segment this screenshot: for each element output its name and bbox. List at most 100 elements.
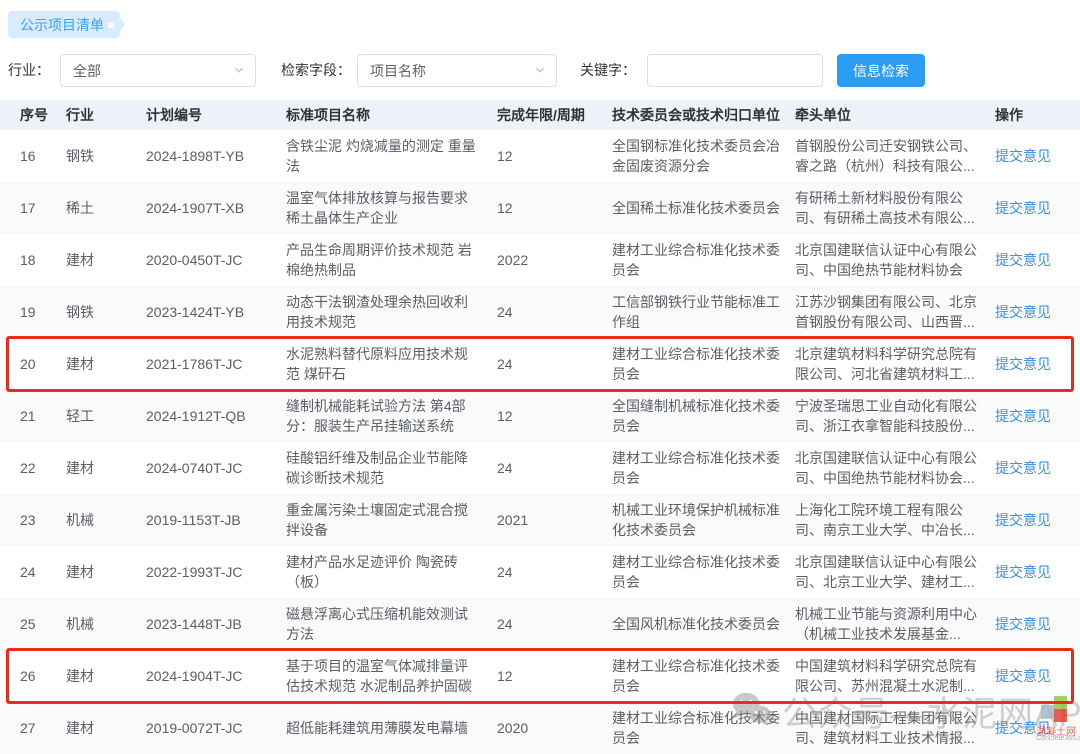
cell-project-name: 硅酸铝纤维及制品企业节能降碳诊断技术规范: [286, 448, 497, 488]
cell-no: 18: [0, 250, 66, 270]
submit-opinion-link[interactable]: 提交意见: [995, 408, 1051, 424]
cell-no: 23: [0, 510, 66, 530]
table-row: 27 建材 2019-0072T-JC 超低能耗建筑用薄膜发电幕墙 2020 建…: [0, 702, 1080, 754]
cell-no: 20: [0, 354, 66, 374]
cell-project-name: 含铁尘泥 灼烧减量的测定 重量法: [286, 136, 497, 176]
search-field-select[interactable]: 项目名称: [357, 54, 557, 87]
cell-no: 26: [0, 666, 66, 686]
cell-industry: 钢铁: [66, 146, 146, 166]
cell-committee: 工信部钢铁行业节能标准工作组: [612, 292, 795, 332]
table-row: 23 机械 2019-1153T-JB 重金属污染土壤固定式混合搅拌设备 202…: [0, 494, 1080, 546]
industry-select[interactable]: 全部: [60, 54, 256, 87]
submit-opinion-link[interactable]: 提交意见: [995, 356, 1051, 372]
submit-opinion-link[interactable]: 提交意见: [995, 252, 1051, 268]
cell-industry: 建材: [66, 666, 146, 686]
cell-industry: 建材: [66, 354, 146, 374]
cell-no: 24: [0, 562, 66, 582]
table-row: 19 钢铁 2023-1424T-YB 动态干法钢渣处理余热回收利用技术规范 2…: [0, 286, 1080, 338]
table-row: 17 稀土 2024-1907T-XB 温室气体排放核算与报告要求 稀土晶体生产…: [0, 182, 1080, 234]
cell-period: 24: [497, 562, 612, 582]
submit-opinion-link[interactable]: 提交意见: [995, 720, 1051, 736]
filter-bar: 行业： 全部 检索字段： 项目名称 关键字： 信息检索: [0, 54, 1080, 87]
table-row: 21 轻工 2024-1912T-QB 缝制机械能耗试验方法 第4部分：服装生产…: [0, 390, 1080, 442]
public-project-list-page: 公示项目清单 行业： 全部 检索字段： 项目名称 关键字： 信息检索 序号 行业…: [0, 0, 1080, 754]
cell-plan-no: 2024-1907T-XB: [146, 198, 286, 218]
cell-no: 16: [0, 146, 66, 166]
table-header-row: 序号 行业 计划编号 标准项目名称 完成年限/周期 技术委员会或技术归口单位 牵…: [0, 100, 1080, 130]
submit-opinion-link[interactable]: 提交意见: [995, 564, 1051, 580]
header-industry: 行业: [66, 105, 146, 125]
cell-industry: 钢铁: [66, 302, 146, 322]
cell-plan-no: 2021-1786T-JC: [146, 354, 286, 374]
project-table: 序号 行业 计划编号 标准项目名称 完成年限/周期 技术委员会或技术归口单位 牵…: [0, 100, 1080, 754]
cell-industry: 建材: [66, 458, 146, 478]
industry-label: 行业：: [8, 54, 50, 87]
chevron-down-icon: [534, 63, 546, 79]
cell-no: 22: [0, 458, 66, 478]
search-button[interactable]: 信息检索: [837, 54, 925, 87]
cell-plan-no: 2024-1912T-QB: [146, 406, 286, 426]
cell-period: 2022: [497, 250, 612, 270]
submit-opinion-link[interactable]: 提交意见: [995, 200, 1051, 216]
table-body: 16 钢铁 2024-1898T-YB 含铁尘泥 灼烧减量的测定 重量法 12 …: [0, 130, 1080, 754]
cell-plan-no: 2024-0740T-JC: [146, 458, 286, 478]
submit-opinion-link[interactable]: 提交意见: [995, 668, 1051, 684]
header-lead-unit: 牵头单位: [795, 105, 995, 125]
keyword-label: 关键字：: [580, 54, 636, 87]
submit-opinion-link[interactable]: 提交意见: [995, 512, 1051, 528]
cell-period: 12: [497, 406, 612, 426]
chevron-down-icon: [233, 63, 245, 79]
cell-committee: 建材工业综合标准化技术委员会: [612, 240, 795, 280]
submit-opinion-link[interactable]: 提交意见: [995, 304, 1051, 320]
cell-project-name: 建材产品水足迹评价 陶瓷砖（板）: [286, 552, 497, 592]
cell-lead-unit: 北京建筑材料科学研究总院有限公司、河北省建筑材料工...: [795, 344, 995, 384]
submit-opinion-link[interactable]: 提交意见: [995, 616, 1051, 632]
cell-committee: 全国缝制机械标准化技术委员会: [612, 396, 795, 436]
table-row: 26 建材 2024-1904T-JC 基于项目的温室气体减排量评估技术规范 水…: [0, 650, 1080, 702]
cell-industry: 轻工: [66, 406, 146, 426]
cell-committee: 建材工业综合标准化技术委员会: [612, 448, 795, 488]
cell-committee: 全国风机标准化技术委员会: [612, 614, 795, 634]
cell-project-name: 动态干法钢渣处理余热回收利用技术规范: [286, 292, 497, 332]
cell-period: 24: [497, 354, 612, 374]
cell-project-name: 产品生命周期评价技术规范 岩棉绝热制品: [286, 240, 497, 280]
header-actions: 操作: [995, 105, 1080, 125]
tag-dot: [108, 22, 114, 28]
cell-lead-unit: 首钢股份公司迁安钢铁公司、睿之路（杭州）科技有限公...: [795, 136, 995, 176]
page-title: 公示项目清单: [8, 11, 120, 38]
cell-plan-no: 2019-1153T-JB: [146, 510, 286, 530]
cell-no: 25: [0, 614, 66, 634]
cell-plan-no: 2019-0072T-JC: [146, 718, 286, 738]
header-committee: 技术委员会或技术归口单位: [612, 105, 795, 125]
cell-project-name: 水泥熟料替代原料应用技术规范 煤矸石: [286, 344, 497, 384]
cell-lead-unit: 北京国建联信认证中心有限公司、中国绝热节能材料协会...: [795, 448, 995, 488]
cell-committee: 全国稀土标准化技术委员会: [612, 198, 795, 218]
cell-period: 24: [497, 302, 612, 322]
keyword-input[interactable]: [647, 54, 823, 87]
cell-plan-no: 2023-1424T-YB: [146, 302, 286, 322]
cell-period: 24: [497, 614, 612, 634]
cell-no: 17: [0, 198, 66, 218]
table-row: 20 建材 2021-1786T-JC 水泥熟料替代原料应用技术规范 煤矸石 2…: [0, 338, 1080, 390]
cell-lead-unit: 北京国建联信认证中心有限公司、北京工业大学、建材工...: [795, 552, 995, 592]
cell-lead-unit: 有研稀土新材料股份有限公司、有研稀土高技术有限公...: [795, 188, 995, 228]
search-field-select-value: 项目名称: [370, 61, 426, 81]
cell-lead-unit: 江苏沙钢集团有限公司、北京首钢股份有限公司、山西晋...: [795, 292, 995, 332]
cell-period: 12: [497, 146, 612, 166]
table-row: 18 建材 2020-0450T-JC 产品生命周期评价技术规范 岩棉绝热制品 …: [0, 234, 1080, 286]
submit-opinion-link[interactable]: 提交意见: [995, 460, 1051, 476]
header-project-name: 标准项目名称: [286, 105, 497, 125]
cell-plan-no: 2024-1904T-JC: [146, 666, 286, 686]
cell-committee: 建材工业综合标准化技术委员会: [612, 708, 795, 748]
cell-committee: 建材工业综合标准化技术委员会: [612, 656, 795, 696]
cell-industry: 建材: [66, 718, 146, 738]
cell-lead-unit: 中国建筑材料科学研究总院有限公司、苏州混凝土水泥制...: [795, 656, 995, 696]
cell-project-name: 重金属污染土壤固定式混合搅拌设备: [286, 500, 497, 540]
cell-lead-unit: 上海化工院环境工程有限公司、南京工业大学、中冶长...: [795, 500, 995, 540]
search-field-label: 检索字段：: [281, 54, 351, 87]
cell-committee: 建材工业综合标准化技术委员会: [612, 344, 795, 384]
header-plan-no: 计划编号: [146, 105, 286, 125]
cell-no: 19: [0, 302, 66, 322]
table-row: 25 机械 2023-1448T-JB 磁悬浮离心式压缩机能效测试方法 24 全…: [0, 598, 1080, 650]
submit-opinion-link[interactable]: 提交意见: [995, 148, 1051, 164]
